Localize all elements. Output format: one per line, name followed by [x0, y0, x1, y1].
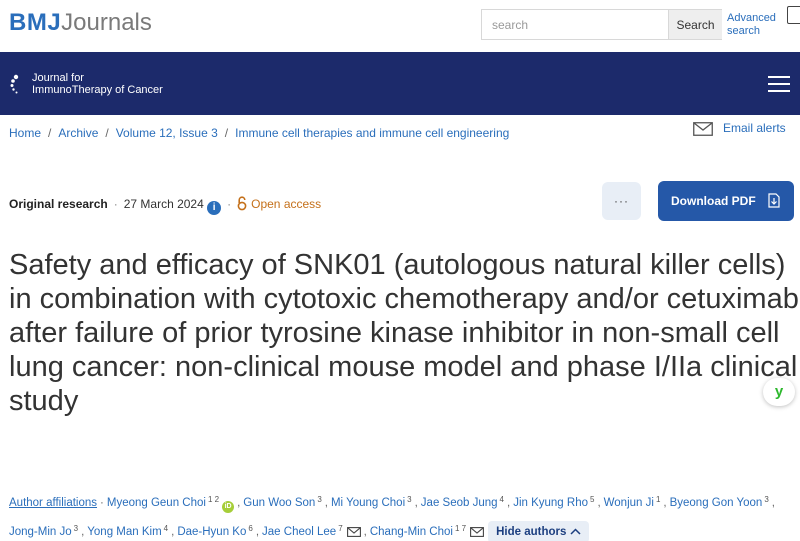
menu-icon[interactable] [768, 76, 790, 92]
orcid-icon[interactable]: iD [222, 501, 235, 513]
author-sup: 1 7 [454, 524, 467, 533]
side-widget-button[interactable]: y [763, 378, 795, 406]
author-sup: 5 [589, 495, 595, 504]
author-name[interactable]: Byeong Gon Yoon [670, 497, 763, 509]
author-name[interactable]: Wonjun Ji [604, 497, 654, 509]
author-name[interactable]: Yong Man Kim [87, 526, 161, 538]
envelope-icon[interactable] [346, 527, 361, 537]
author-sup: 3 [73, 524, 79, 533]
publication-date: 27 March 2024 [123, 197, 204, 211]
breadcrumb-volume[interactable]: Volume 12, Issue 3 [116, 126, 218, 140]
envelope-icon [693, 121, 713, 136]
info-icon[interactable]: i [207, 201, 222, 215]
more-options-button[interactable]: ··· [602, 182, 641, 220]
download-icon [768, 193, 780, 208]
bmj-journals-logo[interactable]: BMJJournals [9, 9, 152, 37]
journal-title[interactable]: Journal for ImmunoTherapy of Cancer [32, 72, 163, 96]
article-type: Original research [9, 197, 108, 211]
author-sup: 1 [655, 495, 661, 504]
open-access-icon [237, 196, 247, 211]
author-name[interactable]: Jong-Min Jo [9, 526, 72, 538]
author-affiliations-link[interactable]: Author affiliations [9, 497, 97, 509]
advanced-search-link[interactable]: Advanced search [727, 12, 787, 38]
author-name[interactable]: Jae Cheol Lee [262, 526, 336, 538]
author-sup: 3 [407, 495, 412, 504]
email-alerts-link[interactable]: Email alerts [693, 121, 786, 136]
envelope-icon[interactable] [470, 527, 485, 537]
author-name[interactable]: Jin Kyung Rho [513, 497, 588, 509]
download-pdf-button[interactable]: Download PDF [658, 181, 794, 221]
download-pdf-label: Download PDF [671, 194, 756, 208]
top-bar: BMJJournals Search Advanced search [0, 0, 800, 52]
author-sup: 3 [764, 495, 769, 504]
journal-title-line1: Journal for [32, 72, 84, 84]
breadcrumb-archive[interactable]: Archive [58, 126, 98, 140]
search-button[interactable]: Search [668, 10, 722, 39]
chevron-up-icon [570, 528, 581, 535]
article-meta: Original research · 27 March 2024 i · Open a… [9, 196, 322, 215]
author-name[interactable]: Myeong Geun Choi [107, 497, 206, 509]
author-list: Author affiliations · Myeong Geun Choi 1 2i… [9, 487, 799, 541]
author-sup: 1 2 [207, 495, 220, 504]
logo-journals-text: Journals [61, 9, 152, 36]
author-name[interactable]: Dae-Hyun Ko [177, 526, 246, 538]
author-name[interactable]: Jae Seob Jung [421, 497, 498, 509]
author-sup: 6 [248, 524, 253, 533]
email-alerts-label: Email alerts [723, 121, 786, 135]
hide-authors-label: Hide authors [496, 526, 567, 538]
article-title: Safety and efficacy of SNK01 (autologous… [9, 249, 799, 417]
author-sup: 4 [499, 495, 504, 504]
author-name[interactable]: Mi Young Choi [331, 497, 405, 509]
journal-title-line2: ImmunoTherapy of Cancer [32, 84, 163, 96]
logo-bmj-text: BMJ [9, 9, 62, 36]
feedback-icon[interactable] [787, 6, 800, 24]
author-sup: 4 [163, 524, 169, 533]
author-name[interactable]: Chang-Min Choi [370, 526, 453, 538]
author-sup: 7 [338, 524, 343, 533]
hide-authors-button[interactable]: Hide authors [488, 521, 589, 541]
breadcrumb-home[interactable]: Home [9, 126, 41, 140]
breadcrumb-section[interactable]: Immune cell therapies and immune cell en… [235, 126, 509, 140]
open-access-label: Open access [251, 197, 322, 211]
search-input[interactable] [482, 10, 669, 39]
author-name[interactable]: Gun Woo Son [243, 497, 315, 509]
search-box: Search [481, 9, 722, 40]
author-sup: 3 [317, 495, 322, 504]
breadcrumb: Home / Archive / Volume 12, Issue 3/Immune c… [9, 126, 510, 140]
